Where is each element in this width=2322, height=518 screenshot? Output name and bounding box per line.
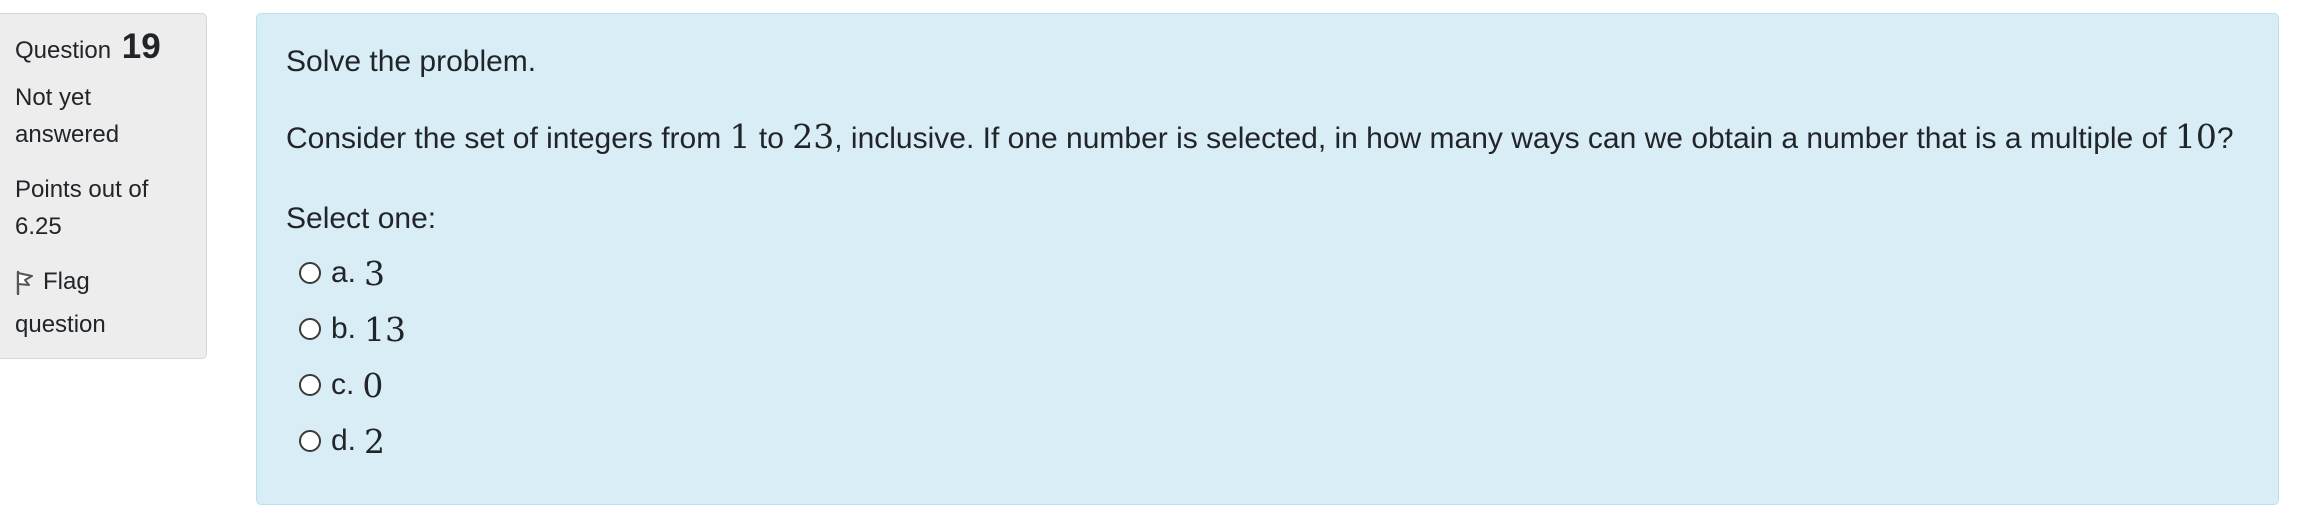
radio-button-d[interactable] <box>299 430 321 452</box>
answer-letter: b. <box>331 312 357 345</box>
answer-option-c[interactable]: c. 0 <box>299 357 2278 413</box>
math-value-1: 1 <box>729 117 751 156</box>
answer-option-a[interactable]: a. 3 <box>299 245 2278 301</box>
question-label: Question <box>15 37 112 64</box>
question-intro: Solve the problem. <box>286 45 537 78</box>
answer-options: a. 3 b. 13 c. 0 d. 2 <box>286 245 2278 469</box>
answer-value: 13 <box>364 309 407 349</box>
flag-icon <box>15 269 35 306</box>
question-text-part-3: , inclusive. If one number is selected, … <box>834 122 2175 155</box>
grade-line-2: 6.25 <box>15 213 62 240</box>
question-text-part-4: ? <box>2216 122 2234 155</box>
answer-value: 0 <box>362 365 384 405</box>
answer-letter: a. <box>331 256 357 289</box>
answer-value: 2 <box>364 421 386 461</box>
question-grade: Points out of 6.25 <box>15 171 192 245</box>
state-line-2: answered <box>15 121 120 148</box>
question-content: Solve the problem. Consider the set of i… <box>256 13 2279 505</box>
answer-letter: d. <box>331 424 357 457</box>
math-value-3: 10 <box>2174 117 2217 156</box>
radio-button-c[interactable] <box>299 374 321 396</box>
answer-value: 3 <box>364 253 386 293</box>
answer-option-d[interactable]: d. 2 <box>299 413 2278 469</box>
question-number: 19 <box>121 27 161 66</box>
question-info-panel: Question 19 Not yet answered Points out … <box>0 13 207 359</box>
question-text: Consider the set of integers from 1 to 2… <box>286 117 2278 159</box>
radio-button-b[interactable] <box>299 318 321 340</box>
radio-button-a[interactable] <box>299 262 321 284</box>
select-one-prompt: Select one: <box>286 202 437 235</box>
question-text-part-1: Consider the set of integers from <box>286 122 730 155</box>
question-state: Not yet answered <box>15 79 192 153</box>
flag-label-line-2: question <box>15 311 106 338</box>
math-value-2: 23 <box>792 117 835 156</box>
state-line-1: Not yet <box>15 84 92 111</box>
answer-option-b[interactable]: b. 13 <box>299 301 2278 357</box>
question-text-part-2: to <box>750 122 793 155</box>
question-number-line: Question 19 <box>15 26 192 72</box>
grade-line-1: Points out of <box>15 176 149 203</box>
flag-question-link[interactable]: Flag question <box>15 263 192 343</box>
flag-label-line-1: Flag <box>43 268 90 295</box>
answer-letter: c. <box>331 368 355 401</box>
